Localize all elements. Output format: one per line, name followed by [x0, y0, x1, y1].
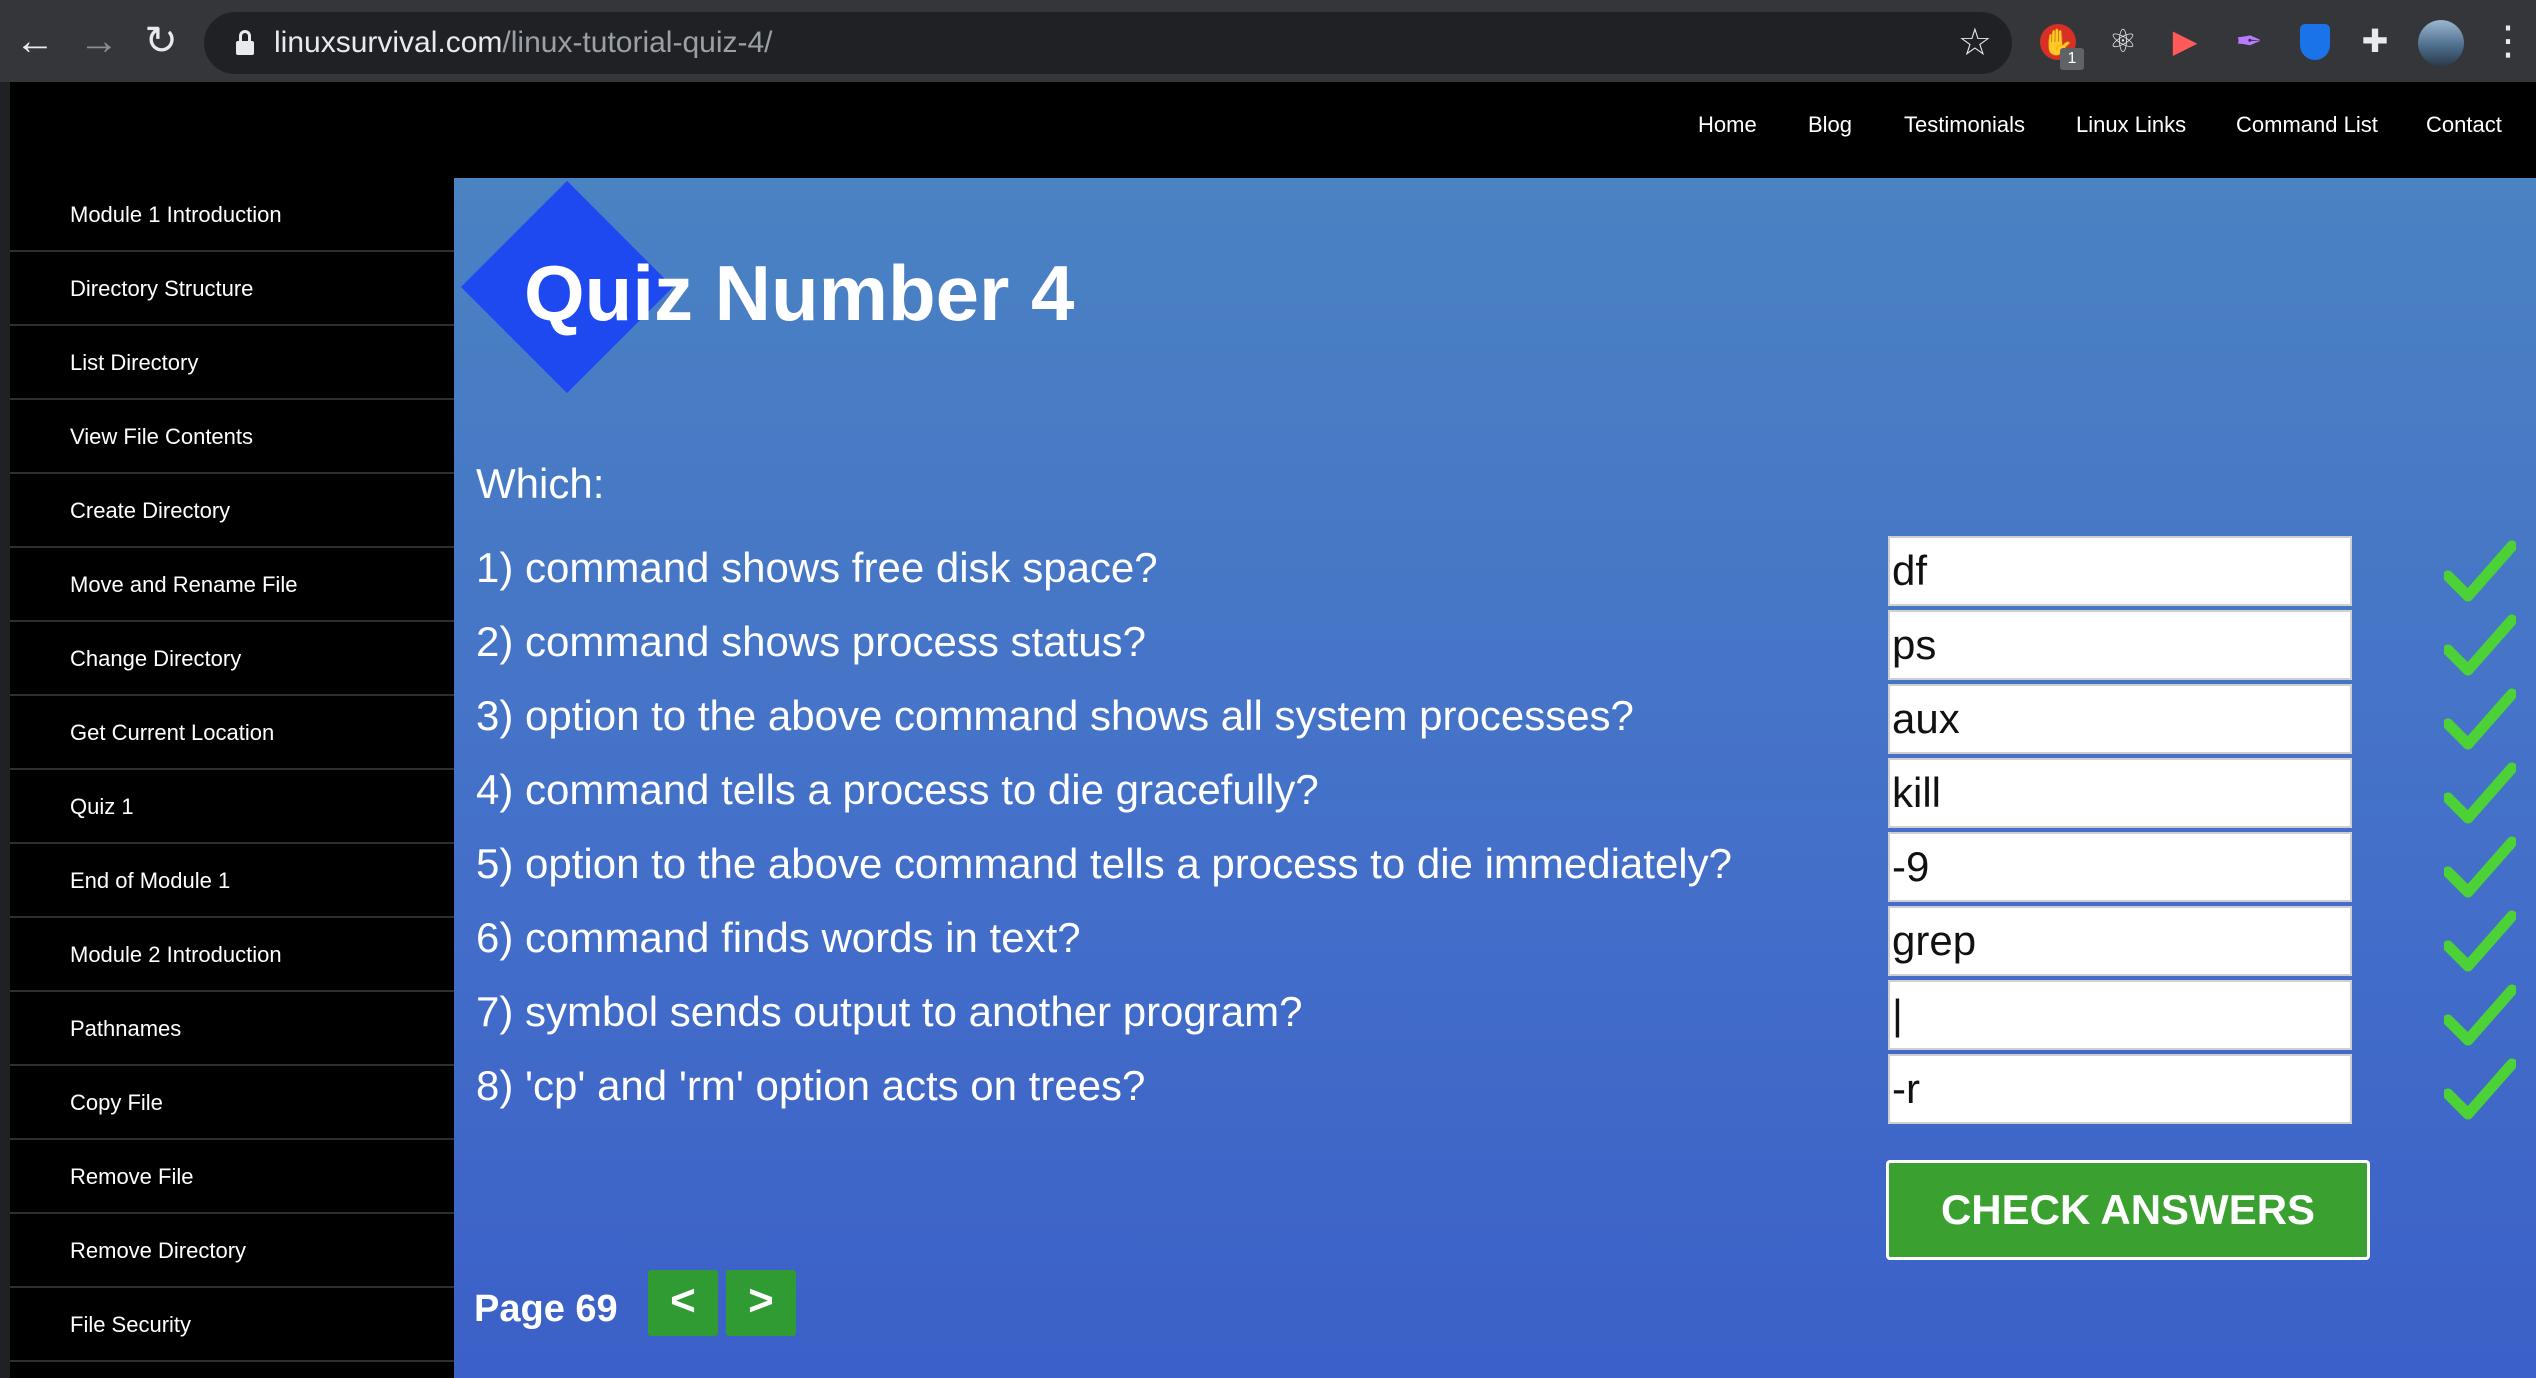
answer-field-3[interactable]: aux [1888, 684, 2352, 754]
sidebar-item-move-and-rename-file[interactable]: Move and Rename File [10, 548, 454, 622]
answer-field-8[interactable]: -r [1888, 1054, 2352, 1124]
checkmark-icon [2444, 984, 2516, 1046]
bookmark-star-icon[interactable]: ☆ [1958, 20, 1992, 66]
sidebar-item-change-directory[interactable]: Change Directory [10, 622, 454, 696]
profile-avatar[interactable] [2418, 20, 2464, 66]
question-4: 4) command tells a process to die gracef… [476, 766, 1319, 813]
web-page: Home Blog Testimonials Linux Links Comma… [10, 82, 2536, 1378]
video-extension-icon[interactable]: ▶ [2164, 20, 2206, 62]
checkmark-icon [2444, 836, 2516, 898]
next-page-button[interactable]: > [726, 1270, 796, 1336]
nav-blog[interactable]: Blog [1808, 112, 1852, 138]
top-navigation: Home Blog Testimonials Linux Links Comma… [10, 82, 2536, 178]
check-answers-button[interactable]: CHECK ANSWERS [1886, 1160, 2370, 1260]
sidebar-item-pathnames[interactable]: Pathnames [10, 992, 454, 1066]
extension-badge: 1 [2060, 48, 2084, 70]
answer-field-5[interactable]: -9 [1888, 832, 2352, 902]
lock-icon[interactable] [236, 30, 254, 56]
question-8: 8) 'cp' and 'rm' option acts on trees? [476, 1062, 1146, 1109]
page-number: Page 69 [474, 1288, 618, 1330]
nav-command-list[interactable]: Command List [2236, 112, 2378, 138]
sidebar-item-quiz-1[interactable]: Quiz 1 [10, 770, 454, 844]
answer-field-1[interactable]: df [1888, 536, 2352, 606]
sidebar-item-remove-directory[interactable]: Remove Directory [10, 1214, 454, 1288]
address-bar[interactable]: linuxsurvival.com/linux-tutorial-quiz-4/… [204, 12, 2012, 74]
question-3: 3) option to the above command shows all… [476, 692, 1634, 739]
answer-field-7[interactable]: | [1888, 980, 2352, 1050]
sidebar-menu: Module 1 Introduction Directory Structur… [10, 178, 454, 1378]
checkmark-icon [2444, 688, 2516, 750]
question-5: 5) option to the above command tells a p… [476, 840, 1733, 887]
back-icon[interactable]: ← [10, 16, 60, 66]
checkmark-icon [2444, 1058, 2516, 1120]
sidebar-item-remove-file[interactable]: Remove File [10, 1140, 454, 1214]
kebab-menu-icon[interactable]: ⋮ [2488, 18, 2528, 64]
sidebar-item-end-of-module-1[interactable]: End of Module 1 [10, 844, 454, 918]
page-title: Quiz Number 4 [524, 249, 1075, 337]
checkmark-icon [2444, 910, 2516, 972]
nav-home[interactable]: Home [1698, 112, 1757, 138]
feather-extension-icon[interactable]: ✒ [2228, 20, 2270, 62]
url-text[interactable]: linuxsurvival.com/linux-tutorial-quiz-4/ [274, 12, 773, 74]
previous-page-button[interactable]: < [648, 1270, 718, 1336]
shield-extension-icon[interactable] [2300, 24, 2330, 60]
sidebar-item-copy-file[interactable]: Copy File [10, 1066, 454, 1140]
nav-linux-links[interactable]: Linux Links [2076, 112, 2186, 138]
url-path: /linux-tutorial-quiz-4/ [502, 26, 773, 59]
answer-field-6[interactable]: grep [1888, 906, 2352, 976]
url-host: linuxsurvival.com [274, 26, 503, 59]
sidebar-item-list-directory[interactable]: List Directory [10, 326, 454, 400]
checkmark-icon [2444, 540, 2516, 602]
sidebar-item-get-current-location[interactable]: Get Current Location [10, 696, 454, 770]
sidebar-item-module-2-introduction[interactable]: Module 2 Introduction [10, 918, 454, 992]
question-2: 2) command shows process status? [476, 618, 1146, 665]
quiz-intro: Which: [476, 460, 605, 507]
nav-testimonials[interactable]: Testimonials [1904, 112, 2025, 138]
nav-contact[interactable]: Contact [2426, 112, 2502, 138]
question-7: 7) symbol sends output to another progra… [476, 988, 1303, 1035]
sidebar-item-module-1-introduction[interactable]: Module 1 Introduction [10, 178, 454, 252]
reload-icon[interactable]: ↻ [136, 16, 186, 66]
quiz-content: Quiz Number 4 Which: 1) command shows fr… [454, 178, 2536, 1378]
sidebar-item-view-file-contents[interactable]: View File Contents [10, 400, 454, 474]
react-extension-icon[interactable]: ⚛ [2102, 20, 2144, 62]
sidebar-item-directory-structure[interactable]: Directory Structure [10, 252, 454, 326]
sidebar-item-file-security[interactable]: File Security [10, 1288, 454, 1362]
question-1: 1) command shows free disk space? [476, 544, 1158, 591]
browser-toolbar: ← → ↻ linuxsurvival.com/linux-tutorial-q… [0, 0, 2536, 82]
sidebar-item-create-directory[interactable]: Create Directory [10, 474, 454, 548]
puzzle-extensions-icon[interactable]: ✚ [2354, 20, 2396, 62]
checkmark-icon [2444, 614, 2516, 676]
answer-field-4[interactable]: kill [1888, 758, 2352, 828]
forward-icon[interactable]: → [74, 16, 124, 66]
checkmark-icon [2444, 762, 2516, 824]
question-6: 6) command finds words in text? [476, 914, 1081, 961]
answer-field-2[interactable]: ps [1888, 610, 2352, 680]
